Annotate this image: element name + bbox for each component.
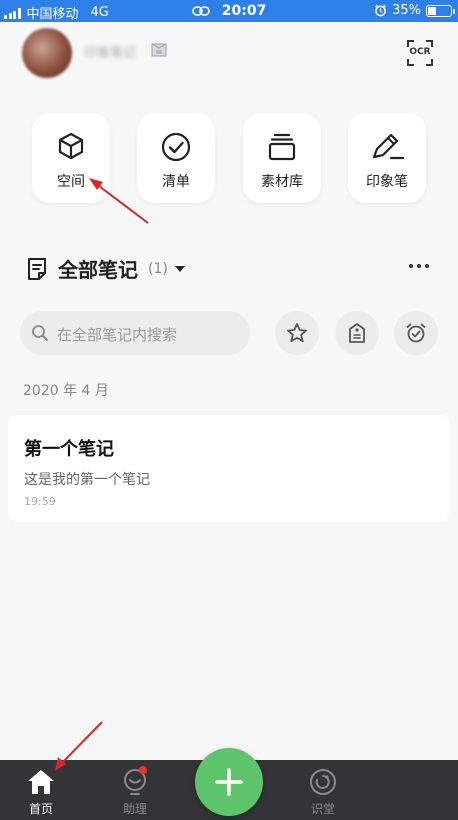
notes-filter-dropdown[interactable]: 全部笔记 (1) [26,254,186,283]
quick-tiles: 空间 清单 素材库 印象笔 [32,113,426,203]
note-card[interactable]: 第一个笔记 这是我的第一个笔记 19:59 [8,415,450,522]
notebook-icon [28,257,46,280]
username[interactable]: 印象笔记 [84,42,136,61]
nav-assistant[interactable]: 助理 [95,760,175,820]
plus-icon [215,768,243,796]
nav-assistant-label: 助理 [122,802,147,816]
link-icon [191,6,210,16]
tile-label: 空间 [57,174,85,190]
note-title: 第一个笔记 [24,439,114,460]
note-count: (1) [148,260,168,277]
home-icon [28,770,54,794]
tile-label: 素材库 [261,174,303,190]
avatar[interactable] [22,28,72,78]
more-options-button[interactable] [409,264,429,268]
alarm-clock-icon [406,323,426,343]
tile-pen[interactable]: 印象笔 [348,113,426,203]
tile-space[interactable]: 空间 [32,113,110,203]
nav-home-label: 首页 [28,802,53,816]
learn-icon [310,769,336,795]
clock: 20:07 [221,3,267,19]
search-placeholder: 在全部笔记内搜索 [57,326,178,344]
tag-filter-button[interactable] [335,311,379,355]
stack-icon [268,133,296,161]
section-title: 全部笔记 [58,258,138,282]
nav-home[interactable]: 首页 [1,760,81,820]
tile-label: 印象笔 [366,174,408,190]
starred-filter-button[interactable] [275,311,319,355]
caret-down-icon [174,265,185,272]
note-preview: 这是我的第一个笔记 [24,472,150,488]
battery-percent: 35% [392,3,421,18]
check-circle-icon [161,132,191,162]
star-icon [287,323,307,343]
date-group-header: 2020 年 4 月 [23,383,109,399]
notification-dot [139,766,147,774]
nav-learn[interactable]: 识堂 [283,760,363,820]
search-input[interactable]: 在全部笔记内搜索 [20,311,250,355]
nav-learn-label: 识堂 [310,802,335,816]
new-note-button[interactable] [195,748,263,816]
member-badge-icon[interactable] [150,41,168,59]
battery-icon [426,4,455,17]
tag-icon [349,323,365,343]
alarm-icon [375,4,387,17]
ocr-button[interactable]: OCR [406,39,434,67]
tile-checklist[interactable]: 清单 [137,113,215,203]
search-icon [32,325,48,341]
reminder-filter-button[interactable] [394,311,438,355]
pen-icon [372,133,405,160]
tile-material-library[interactable]: 素材库 [243,113,321,203]
note-time: 19:59 [24,495,56,508]
tile-label: 清单 [162,174,190,190]
battery-fill [428,6,436,15]
status-bar: 中国移动 4G 20:07 35% [0,0,458,22]
status-right: 35% [374,3,455,18]
ocr-label: OCR [409,47,431,57]
cube-icon [58,132,84,160]
